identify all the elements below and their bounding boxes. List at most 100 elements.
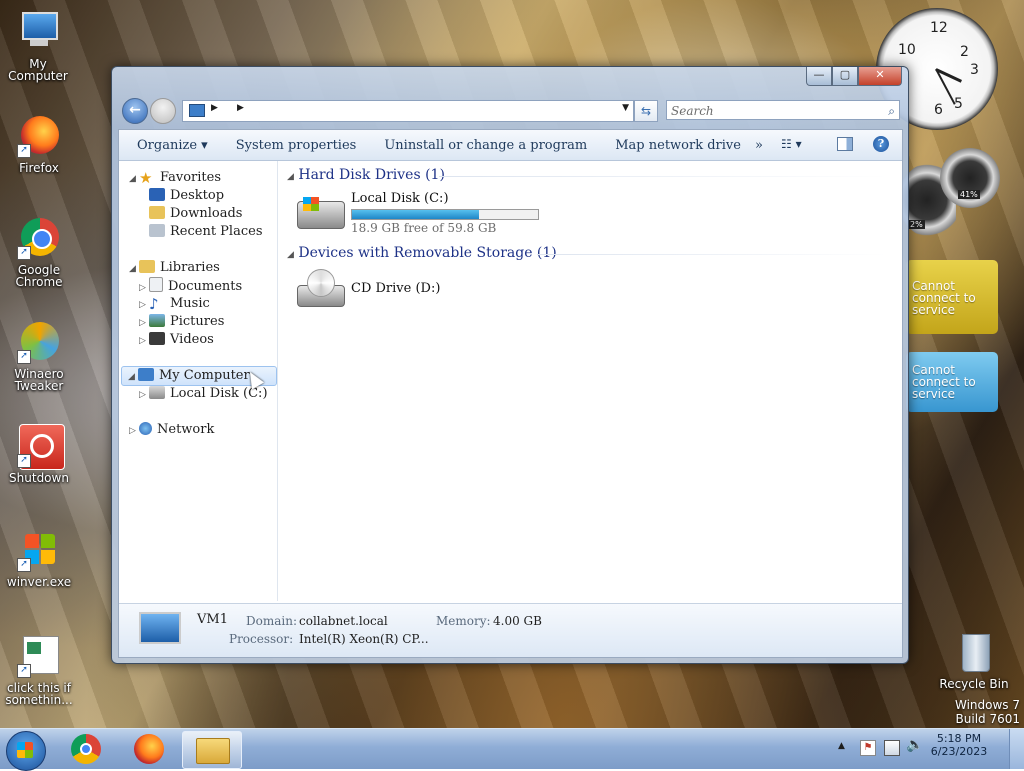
help-icon[interactable]: ? [873, 136, 889, 152]
expand-icon[interactable]: ▷ [139, 332, 149, 350]
nav-label: Downloads [170, 206, 243, 221]
nav-item-desktop[interactable]: Desktop [149, 187, 224, 205]
chrome-icon: ➚ [17, 216, 61, 260]
taskbar-explorer[interactable] [182, 731, 242, 769]
domain-label: Domain: [246, 614, 297, 628]
expand-icon[interactable]: ▷ [139, 296, 149, 314]
windows-flag-icon: ➚ [17, 528, 61, 572]
weather-gadget-2[interactable]: Cannot connect to service [906, 352, 998, 412]
refresh-button[interactable]: ⇆ [634, 100, 658, 122]
action-center-icon[interactable]: ⚑ [860, 740, 876, 756]
refresh-icon: ⇆ [640, 104, 652, 118]
taskbar-date: 6/23/2023 [930, 745, 988, 758]
nav-item-downloads[interactable]: Downloads [149, 205, 242, 223]
explorer-icon [196, 738, 230, 764]
desktop-icon-winaero[interactable]: ➚ Winaero Tweaker [1, 320, 77, 392]
explorer-window[interactable]: — ▢ ✕ ← ▶ ▶ ▼ ⇆ Search ⌕ Organize ▾ Syst… [111, 66, 909, 664]
collapse-icon[interactable]: ◢ [287, 250, 294, 260]
watermark-line1: Windows 7 [954, 698, 1020, 712]
desktop-icon-winver[interactable]: ➚ winver.exe [1, 528, 77, 588]
cpu-meter-value: 2% [908, 220, 925, 229]
breadcrumb-separator-icon: ▶ [211, 103, 218, 113]
organize-button[interactable]: Organize ▾ [119, 138, 222, 153]
system-properties-button[interactable]: System properties [222, 138, 371, 153]
document-icon: ➚ [17, 634, 61, 678]
map-network-drive-button[interactable]: Map network drive [601, 138, 755, 153]
search-box[interactable]: Search ⌕ [666, 100, 900, 120]
group-header-hard-disks[interactable]: ◢ Hard Disk Drives (1) [287, 167, 445, 183]
view-options-button[interactable]: ☷ ▾ [781, 137, 802, 151]
search-icon: ⌕ [888, 104, 895, 118]
memory-meter-gadget[interactable]: 41% [940, 148, 1000, 208]
windows-logo-icon [303, 197, 319, 211]
group-label: Devices with Removable Storage (1) [298, 245, 557, 261]
computer-icon [189, 104, 205, 117]
maximize-button[interactable]: ▢ [832, 67, 858, 86]
windows-watermark: Windows 7 Build 7601 [955, 698, 1020, 726]
nav-label: Favorites [160, 170, 222, 185]
more-commands-button[interactable]: » [755, 138, 777, 153]
network-icon[interactable] [884, 740, 900, 756]
desktop-icon-readme[interactable]: ➚ click this if somethin... [1, 634, 77, 706]
desktop-icon-my-computer[interactable]: My Computer [0, 10, 76, 82]
navigation-pane: ◢ ★ Favorites Desktop Downloads Recent Pla… [119, 161, 278, 601]
nav-item-network[interactable]: ▷ Network [129, 421, 214, 439]
computer-icon [138, 368, 154, 381]
drive-free-space: 18.9 GB free of 59.8 GB [351, 221, 497, 235]
address-bar[interactable]: ▶ ▶ ▼ [182, 100, 634, 122]
nav-item-libraries[interactable]: ◢ Libraries [129, 259, 220, 277]
weather-gadget-1[interactable]: Cannot connect to service [906, 260, 998, 334]
nav-label: Documents [168, 279, 243, 294]
weather-status: Cannot connect to service [912, 363, 976, 401]
show-desktop-button[interactable] [1009, 729, 1024, 769]
address-dropdown-icon[interactable]: ▼ [622, 103, 629, 113]
uninstall-program-button[interactable]: Uninstall or change a program [370, 138, 601, 153]
drive-local-disk-c[interactable]: Local Disk (C:) 18.9 GB free of 59.8 GB [297, 191, 539, 247]
volume-icon[interactable]: 🔈 [906, 737, 923, 753]
show-hidden-icons-button[interactable]: ▲ [838, 741, 845, 751]
start-button[interactable] [6, 731, 46, 771]
memory-meter-value: 41% [958, 190, 980, 199]
nav-item-pictures[interactable]: ▷ Pictures [139, 313, 224, 331]
desktop-icon-firefox[interactable]: ➚ Firefox [1, 114, 77, 174]
close-button[interactable]: ✕ [858, 67, 902, 86]
desktop-icon-chrome[interactable]: ➚ Google Chrome [1, 216, 77, 288]
nav-item-videos[interactable]: ▷ Videos [139, 331, 214, 349]
expand-icon[interactable]: ◢ [129, 260, 139, 278]
desktop-icon-label: click this if somethin... [5, 681, 73, 707]
expand-icon[interactable]: ◢ [128, 368, 138, 386]
group-divider [439, 176, 889, 177]
expand-icon[interactable]: ▷ [129, 422, 139, 440]
minimize-button[interactable]: — [806, 67, 832, 86]
videos-icon [149, 332, 165, 345]
taskbar-firefox[interactable] [120, 731, 178, 767]
drive-cd-d[interactable]: CD Drive (D:) [297, 269, 497, 319]
forward-button[interactable] [150, 98, 176, 124]
expand-icon[interactable]: ▷ [139, 314, 149, 332]
domain-value: collabnet.local [299, 614, 388, 628]
shutdown-icon: ➚ [17, 424, 65, 470]
collapse-icon[interactable]: ◢ [287, 172, 294, 182]
preview-pane-button[interactable] [837, 137, 853, 151]
downloads-icon [149, 206, 165, 219]
nav-item-documents[interactable]: ▷ Documents [139, 277, 242, 295]
desktop-icon-recycle-bin[interactable]: Recycle Bin [936, 630, 1012, 690]
star-icon: ★ [139, 169, 153, 187]
expand-icon[interactable]: ▷ [139, 386, 149, 404]
clock-area[interactable]: 5:18 PM 6/23/2023 [924, 732, 994, 758]
system-tray: ▲ ⚑ 🔈 5:18 PM 6/23/2023 [814, 729, 1024, 769]
nav-item-local-disk[interactable]: ▷ Local Disk (C:) [139, 385, 268, 403]
group-header-removable[interactable]: ◢ Devices with Removable Storage (1) [287, 245, 557, 261]
nav-item-favorites[interactable]: ◢ ★ Favorites [129, 169, 221, 187]
nav-item-recent[interactable]: Recent Places [149, 223, 263, 241]
memory-value: 4.00 GB [493, 614, 542, 628]
watermark-line2: Build 7601 [955, 712, 1020, 726]
nav-label: My Computer [159, 368, 250, 383]
expand-icon[interactable]: ◢ [129, 170, 139, 188]
desktop-icon-shutdown[interactable]: ➚ Shutdown [1, 424, 77, 484]
nav-label: Libraries [160, 260, 220, 275]
back-button[interactable]: ← [122, 98, 148, 124]
nav-item-music[interactable]: ▷ ♪ Music [139, 295, 210, 313]
hard-drive-icon [149, 386, 165, 399]
taskbar-chrome[interactable] [58, 731, 116, 767]
